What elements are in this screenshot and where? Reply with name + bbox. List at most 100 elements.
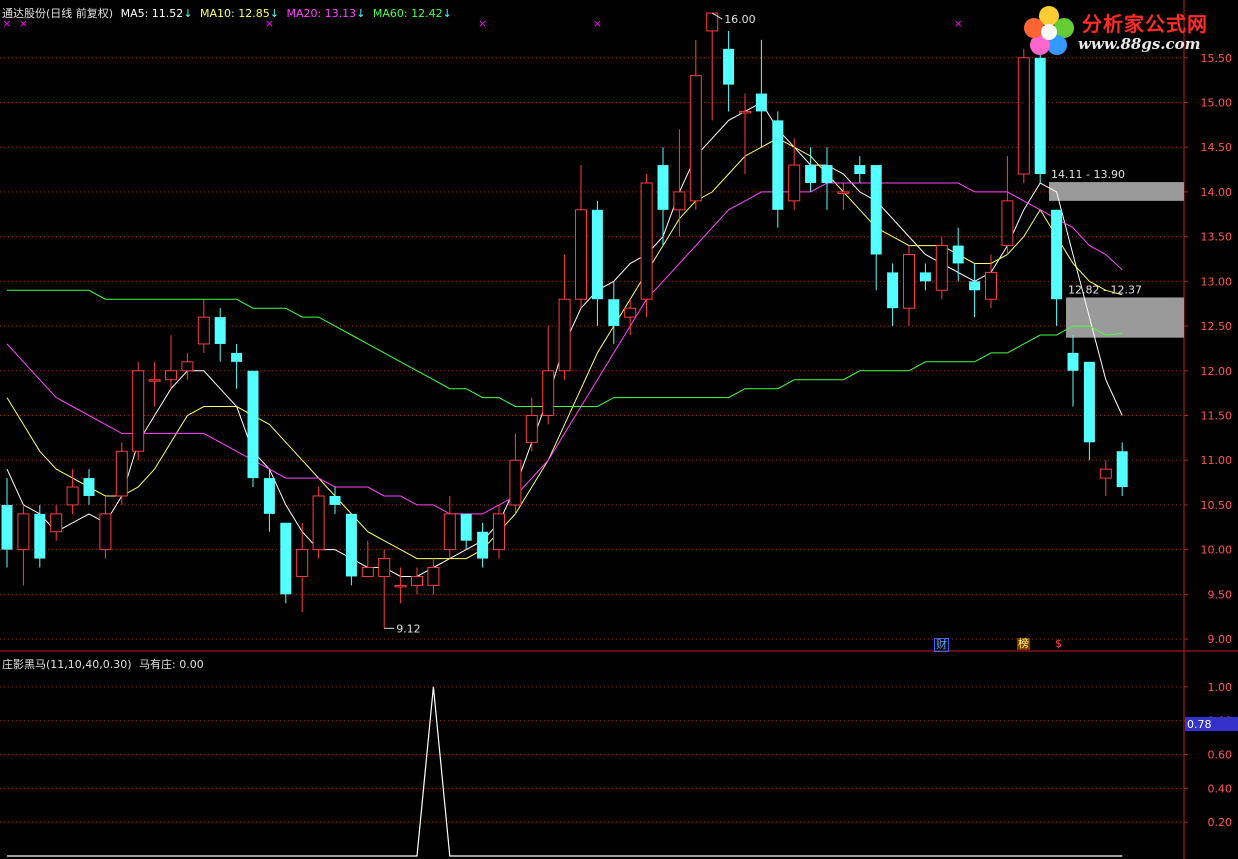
- indicator-y-tick-label: 0.40: [1208, 782, 1233, 795]
- candle-body-up[interactable]: [148, 379, 161, 382]
- candle-body-down[interactable]: [1034, 57, 1046, 175]
- candle-body-down[interactable]: [214, 317, 226, 344]
- candle-body-up[interactable]: [312, 495, 325, 551]
- candle-body-up[interactable]: [296, 549, 309, 577]
- flower-icon: [1024, 6, 1074, 55]
- candle-body-up[interactable]: [17, 513, 30, 551]
- candle-body-down[interactable]: [591, 209, 603, 300]
- candle-body-down[interactable]: [1083, 361, 1095, 443]
- candle-body-up[interactable]: [197, 316, 210, 345]
- candle-body-down[interactable]: [460, 513, 472, 541]
- candle-body-down[interactable]: [477, 531, 489, 559]
- candle-body-up[interactable]: [165, 370, 177, 381]
- candle-body-down[interactable]: [1051, 209, 1063, 300]
- candle-body-up[interactable]: [361, 567, 374, 577]
- candle-body-down[interactable]: [1116, 451, 1128, 488]
- candle-body-down[interactable]: [1067, 352, 1079, 371]
- indicator-header: 庄影黑马(11,10,40,0.30) 马有庄: 0.00: [2, 656, 208, 672]
- candle-body-up[interactable]: [640, 182, 653, 300]
- finance-badge[interactable]: 财: [934, 638, 949, 652]
- candle-body-down[interactable]: [329, 495, 341, 505]
- indicator-name: 庄影黑马(11,10,40,0.30): [2, 658, 132, 671]
- logo-url: www.88gs.com: [1078, 35, 1201, 53]
- candle-body-up[interactable]: [493, 513, 505, 551]
- candle-body-down[interactable]: [723, 48, 735, 85]
- candle-body-down[interactable]: [755, 93, 767, 112]
- candle-body-down[interactable]: [657, 165, 669, 210]
- candle-body-up[interactable]: [903, 254, 915, 309]
- main-y-tick-label: 13.00: [1201, 275, 1233, 288]
- rank-badge[interactable]: 榜: [1017, 638, 1030, 650]
- candle-body-down[interactable]: [34, 513, 46, 559]
- main-chart-header: 通达股份(日线 前复权) MA5: 11.52↓ MA10: 12.85↓ MA…: [2, 5, 456, 21]
- stock-name: 通达股份: [2, 7, 46, 20]
- candle-body-up[interactable]: [788, 164, 801, 202]
- candle-body-down[interactable]: [772, 120, 784, 210]
- period-label: (日线 前复权): [46, 7, 114, 20]
- low-price-label: 9.12: [396, 622, 421, 635]
- candle-body-up[interactable]: [1001, 200, 1014, 247]
- candle-body-up[interactable]: [624, 307, 637, 318]
- candle-body-down[interactable]: [805, 165, 817, 183]
- candle-body-up[interactable]: [443, 513, 456, 551]
- candle-body-up[interactable]: [394, 584, 407, 588]
- candle-body-down[interactable]: [1, 504, 13, 550]
- top-event-marker: ×: [478, 17, 487, 30]
- candle-body-up[interactable]: [99, 513, 112, 551]
- indicator-y-tick-label: 1.00: [1208, 681, 1233, 694]
- candle-body-up[interactable]: [673, 191, 686, 211]
- candle-body-up[interactable]: [689, 75, 702, 202]
- candle-body-down[interactable]: [263, 478, 275, 514]
- candle-body-up[interactable]: [1099, 468, 1112, 479]
- main-y-tick-label: 10.00: [1201, 544, 1233, 557]
- main-y-tick-label: 14.00: [1201, 186, 1233, 199]
- candle-body-up[interactable]: [837, 191, 850, 194]
- candle-body-up[interactable]: [378, 558, 391, 577]
- candle-body-down[interactable]: [821, 165, 833, 183]
- main-y-tick-label: 10.50: [1201, 499, 1233, 512]
- indicator-y-tick-label: 0.60: [1208, 749, 1233, 762]
- candle-body-up[interactable]: [558, 298, 571, 372]
- candle-body-up[interactable]: [542, 370, 555, 416]
- dividend-badge[interactable]: $: [1054, 638, 1063, 650]
- candle-body-up[interactable]: [935, 245, 948, 291]
- candle-body-up[interactable]: [50, 513, 63, 533]
- candle-body-up[interactable]: [115, 450, 128, 497]
- candle-body-up[interactable]: [509, 459, 522, 506]
- candle-body-down[interactable]: [280, 522, 292, 595]
- candle-body-down[interactable]: [887, 272, 899, 309]
- ma20-arrow-icon: ↓: [356, 7, 366, 20]
- chart-canvas[interactable]: 15.5015.0014.5014.0013.5013.0012.5012.00…: [0, 0, 1238, 859]
- main-y-tick-label: 9.50: [1208, 588, 1233, 601]
- candle-body-up[interactable]: [525, 414, 538, 443]
- candle-body-up[interactable]: [575, 209, 587, 300]
- candle-body-down[interactable]: [919, 272, 931, 282]
- ma5-value: MA5: 11.52: [120, 7, 184, 20]
- candle-body-up[interactable]: [1017, 57, 1030, 175]
- candle-body-down[interactable]: [231, 352, 243, 362]
- candle-body-up[interactable]: [181, 361, 194, 372]
- main-y-tick-label: 12.50: [1201, 320, 1233, 333]
- candle-body-down[interactable]: [952, 245, 964, 264]
- candle-body-down[interactable]: [608, 299, 620, 327]
- candle-body-up[interactable]: [132, 370, 145, 452]
- candle-body-down[interactable]: [345, 513, 357, 577]
- main-y-tick-label: 14.50: [1201, 141, 1233, 154]
- candle-body-up[interactable]: [427, 567, 440, 586]
- site-logo: 分析家公式网 www.88gs.com: [1020, 4, 1230, 56]
- candle-body-down[interactable]: [969, 281, 981, 291]
- main-y-tick-label: 12.00: [1201, 365, 1233, 378]
- ma10-value: MA10: 12.85: [200, 7, 270, 20]
- candle-body-up[interactable]: [739, 110, 751, 114]
- candle-body-up[interactable]: [66, 486, 79, 506]
- price-zone-box: [1049, 182, 1184, 201]
- main-y-tick-label: 11.00: [1201, 454, 1233, 467]
- candle-body-up[interactable]: [985, 271, 997, 300]
- ma60-arrow-icon: ↓: [442, 7, 452, 20]
- candle-body-up[interactable]: [411, 575, 423, 586]
- candle-body-down[interactable]: [247, 370, 259, 479]
- candle-body-down[interactable]: [854, 165, 866, 175]
- candle-body-down[interactable]: [870, 165, 882, 255]
- logo-title: 分析家公式网: [1082, 12, 1208, 36]
- candle-body-down[interactable]: [83, 478, 95, 496]
